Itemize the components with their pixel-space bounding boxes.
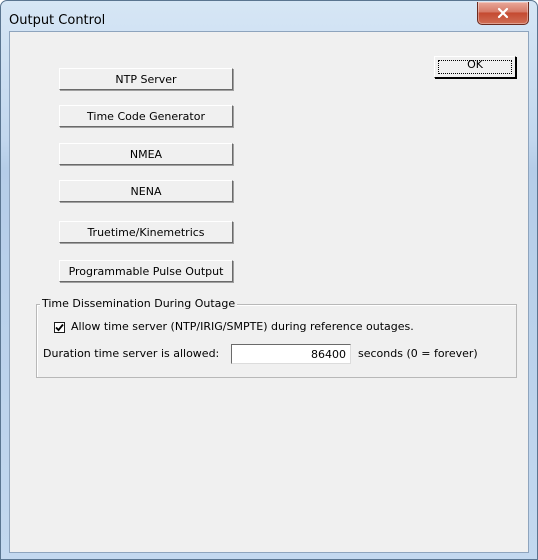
programmable-pulse-output-button-label: Programmable Pulse Output [68, 264, 224, 278]
allow-time-server-checkbox[interactable] [54, 322, 65, 333]
dialog-window: Output Control OK NTP Server Time Code G… [0, 0, 538, 560]
duration-input[interactable] [231, 344, 351, 364]
allow-time-server-label[interactable]: Allow time server (NTP/IRIG/SMPTE) durin… [71, 320, 414, 333]
nmea-button[interactable]: NMEA [59, 143, 233, 165]
ok-button[interactable]: OK [434, 56, 516, 78]
outage-groupbox: Time Dissemination During Outage Allow t… [36, 297, 517, 378]
time-code-generator-button-label: Time Code Generator [87, 109, 205, 123]
duration-suffix-label: seconds (0 = forever) [358, 347, 478, 360]
truetime-kinemetrics-button-label: Truetime/Kinemetrics [87, 225, 205, 239]
ntp-server-button[interactable]: NTP Server [59, 68, 233, 90]
ok-button-label: OK [467, 57, 483, 71]
close-button[interactable] [477, 2, 529, 25]
checkmark-icon [55, 323, 64, 332]
ntp-server-button-label: NTP Server [115, 72, 177, 86]
nena-button-label: NENA [130, 184, 162, 198]
window-title: Output Control [9, 13, 106, 28]
nmea-button-label: NMEA [129, 147, 163, 161]
duration-label: Duration time server is allowed: [43, 347, 220, 360]
nena-button[interactable]: NENA [59, 180, 233, 202]
truetime-kinemetrics-button[interactable]: Truetime/Kinemetrics [59, 221, 233, 243]
programmable-pulse-output-button[interactable]: Programmable Pulse Output [59, 260, 233, 282]
close-icon [497, 7, 509, 19]
outage-group-legend: Time Dissemination During Outage [40, 297, 238, 310]
dialog-client-area: OK NTP Server Time Code Generator NMEA N… [9, 31, 529, 553]
time-code-generator-button[interactable]: Time Code Generator [59, 105, 233, 127]
